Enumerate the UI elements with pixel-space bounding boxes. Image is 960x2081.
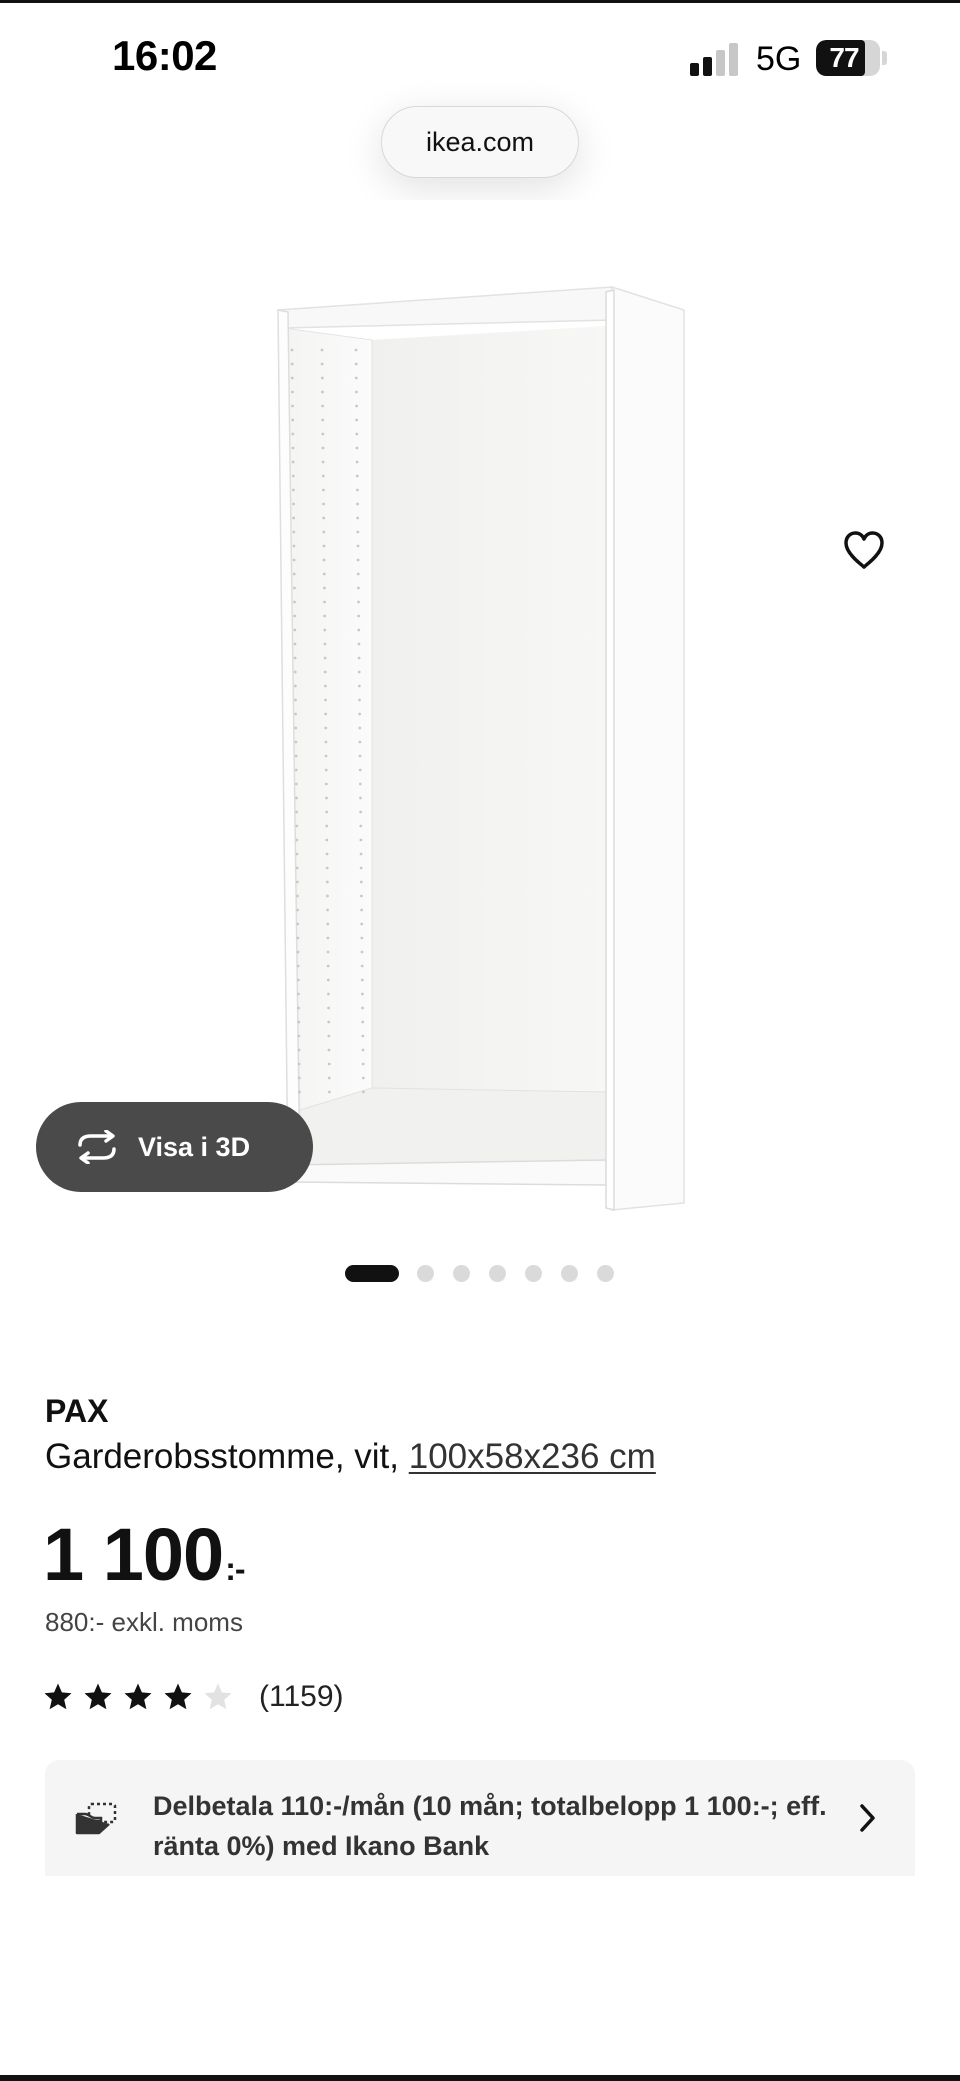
image-pagination [345, 1263, 633, 1283]
product-rating[interactable]: (1159) [43, 1680, 344, 1714]
device-frame-top [0, 0, 960, 3]
view-3d-label: Visa i 3D [138, 1131, 251, 1162]
favorite-button[interactable] [842, 530, 898, 586]
product-image[interactable] [0, 200, 960, 1230]
product-description: Garderobsstomme, vit, [45, 1437, 399, 1476]
product-price: 1 100:- [43, 1512, 246, 1597]
star-empty-icon [204, 1683, 232, 1710]
star-filled-icon [164, 1683, 192, 1710]
product-description-line: Garderobsstomme, vit, 100x58x236 cm [45, 1437, 656, 1477]
pagination-dot[interactable] [417, 1264, 434, 1282]
review-count: (1159) [259, 1680, 344, 1713]
installment-banner[interactable]: Delbetala 110:-/mån (10 mån; totalbelopp… [45, 1760, 915, 1876]
battery-nub [882, 51, 887, 65]
chevron-right-icon [860, 1804, 875, 1832]
battery-icon: 77 [816, 40, 880, 76]
price-value: 1 100 [43, 1513, 224, 1596]
price-excl-vat: 880:- exkl. moms [45, 1607, 243, 1637]
installment-text: Delbetala 110:-/mån (10 mån; totalbelopp… [153, 1791, 827, 1861]
url-bar[interactable]: ikea.com [381, 106, 579, 178]
pagination-dot[interactable] [453, 1264, 470, 1282]
status-time: 16:02 [112, 32, 217, 79]
star-filled-icon [84, 1683, 112, 1710]
price-suffix: :- [225, 1551, 245, 1587]
heart-outline-icon [844, 531, 884, 569]
payment-hand-icon [75, 1802, 117, 1835]
pagination-dot[interactable] [345, 1264, 399, 1282]
pagination-dot[interactable] [597, 1264, 614, 1282]
view-3d-button[interactable]: Visa i 3D [36, 1102, 313, 1192]
pagination-dot[interactable] [525, 1264, 542, 1282]
network-type: 5G [756, 40, 802, 78]
wardrobe-frame-image [276, 285, 685, 1211]
star-filled-icon [44, 1683, 72, 1710]
pagination-dot[interactable] [561, 1264, 578, 1282]
device-frame-bottom [0, 2075, 960, 2081]
product-brand: PAX [45, 1393, 109, 1429]
signal-icon [690, 42, 742, 76]
battery-percent: 77 [829, 42, 859, 73]
star-filled-icon [124, 1683, 152, 1710]
rotate-arrows-icon [78, 1130, 116, 1164]
product-size-link[interactable]: 100x58x236 cm [409, 1437, 656, 1476]
pagination-dot[interactable] [489, 1264, 506, 1282]
